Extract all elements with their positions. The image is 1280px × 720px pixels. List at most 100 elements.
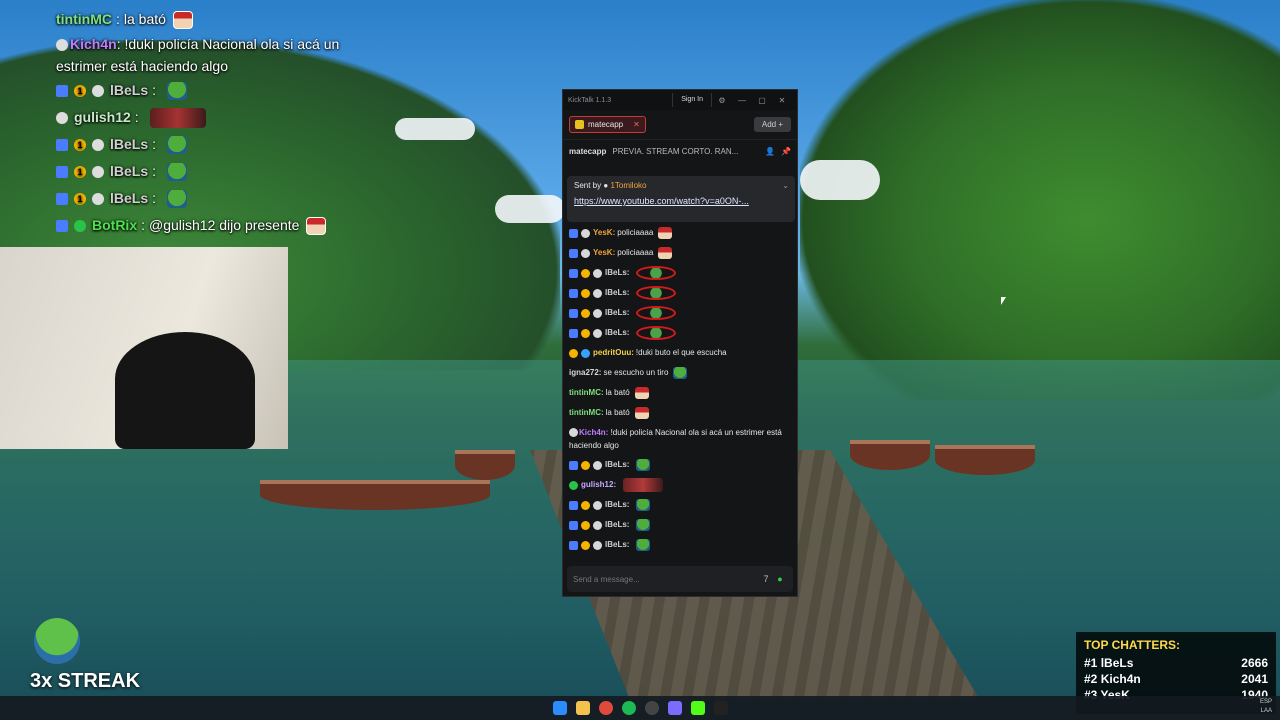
bowl-badge-icon [92,192,104,205]
minimize-icon[interactable]: — [732,96,752,105]
overlay-chat-text: @gulish12 dijo presente [149,217,300,233]
overlay-chat-line: Kich4n: !duki policía Nacional ola si ac… [56,36,340,74]
sword-badge-icon [569,540,578,550]
chat-username[interactable]: tintinMC: [569,388,604,398]
background-cloud [395,118,475,140]
sword-badge-icon [569,288,578,298]
santa-emote-icon [172,10,193,29]
stream-overlay-chat: tintinMC: la bató Kich4n: !duki policía N… [56,6,366,239]
bowl-badge-icon [92,165,104,178]
bowl-badge-icon [581,228,590,238]
chat-message[interactable]: lBeLs: [569,455,793,475]
sword-badge-icon [569,228,578,238]
epic-icon[interactable] [713,701,728,715]
overlay-chat-username: lBeLs [110,190,149,206]
tray-region[interactable]: LAA [1260,707,1272,716]
chevron-down-icon[interactable]: ⌄ [782,181,789,190]
chat-username[interactable]: lBeLs: [605,500,629,510]
gif-emote-icon [149,107,206,128]
chat-messages[interactable]: YesK: policiaaaa YesK: policiaaaa lBeLs: l… [563,223,799,558]
chat-username[interactable]: gulish12: [581,480,616,490]
sword-badge-icon [56,219,68,232]
chat-username[interactable]: lBeLs: [605,288,629,298]
one-badge-icon [581,268,590,278]
chat-username[interactable]: lBeLs: [605,460,629,470]
add-channel-button[interactable]: Add + [753,117,791,132]
chat-username[interactable]: lBeLs: [605,540,629,550]
chat-message[interactable]: tintinMC: la bató [569,383,793,403]
chat-username[interactable]: tintinMC: [569,408,604,418]
chatter-name: lBeLs [1100,656,1134,670]
folder-icon[interactable] [575,701,590,715]
ring-emote-icon [636,266,677,280]
obs-icon[interactable] [644,701,659,715]
chat-username[interactable]: igna272: [569,368,601,378]
chat-message[interactable]: lBeLs: [569,303,793,323]
spotify-icon[interactable] [621,701,636,715]
green-badge-icon [74,219,86,232]
chat-message[interactable]: YesK: policiaaaa [569,243,793,263]
send-icon[interactable]: ● [773,574,787,584]
chat-message[interactable]: lBeLs: [569,515,793,535]
emote-picker-icon[interactable]: 7 [759,574,773,584]
overlay-chat-username: tintinMC [56,11,112,27]
kicktalk-window: KickTalk 1.1.3 Sign In ⚙ — ▢ ✕ matecapp … [562,89,798,597]
one-badge-icon [581,288,590,298]
sign-in-button[interactable]: Sign In [672,93,712,107]
close-icon[interactable]: ✕ [772,96,792,105]
chat-message[interactable]: Kich4n: !duki policía Nacional ola si ac… [569,423,793,455]
discord-icon[interactable] [667,701,682,715]
maximize-icon[interactable]: ▢ [752,96,772,105]
sword-badge-icon [569,308,578,318]
chat-message[interactable]: lBeLs: [569,495,793,515]
message-input[interactable] [573,574,759,584]
chat-message[interactable]: lBeLs: [569,263,793,283]
settings-gear-icon[interactable]: ⚙ [712,96,732,105]
bowl-badge-icon [593,288,602,298]
tab-matecapp[interactable]: matecapp ✕ [569,116,646,133]
top-chatter-row: #1 lBeLs 2666 [1084,655,1268,671]
background-boat [850,440,930,470]
chat-message[interactable]: YesK: policiaaaa [569,223,793,243]
chat-username[interactable]: lBeLs: [605,268,629,278]
chat-message[interactable]: gulish12: [569,475,793,495]
user-icon[interactable]: 👤 [765,147,775,156]
chat-username[interactable]: YesK: [593,248,615,258]
chat-message[interactable]: lBeLs: [569,323,793,343]
chat-username[interactable]: lBeLs: [605,308,629,318]
frog-emote-icon [167,162,188,181]
title-bar[interactable]: KickTalk 1.1.3 Sign In ⚙ — ▢ ✕ [563,90,797,110]
chat-username[interactable]: lBeLs: [605,520,629,530]
bowl-badge-icon [593,540,602,550]
tray-language[interactable]: ESP [1260,698,1272,707]
chat-username[interactable]: lBeLs: [605,328,629,338]
chat-message[interactable]: lBeLs: [569,535,793,555]
one-badge-icon: 1 [74,192,86,205]
pinned-message: Sent by ● 1Tomiloko ⌄ https://www.youtub… [567,176,795,222]
chat-username[interactable]: YesK: [593,228,615,238]
close-tab-icon[interactable]: ✕ [633,120,640,129]
chat-message[interactable]: BotRix: @gulish12 dijo presente [569,555,793,558]
frog-emote-icon [636,539,651,551]
chat-message[interactable]: lBeLs: [569,283,793,303]
gif-emote-icon [623,478,664,492]
sword-badge-icon [569,328,578,338]
pinned-link[interactable]: https://www.youtube.com/watch?v=a0ON-... [574,196,788,206]
kick-icon[interactable] [690,701,705,715]
overlay-chat-username: lBeLs [110,163,149,179]
chat-username[interactable]: pedritOuu: [593,348,634,358]
chat-message[interactable]: tintinMC: la bató [569,403,793,423]
chat-message[interactable]: igna272: se escucho un tiro [569,363,793,383]
frog-emote-icon [636,499,651,511]
pin-icon[interactable]: 📌 [781,147,791,156]
chat-username[interactable]: Kich4n: [579,428,608,437]
app-title: KickTalk 1.1.3 [568,96,612,104]
chat-message[interactable]: pedritOuu: !duki buto el que escucha [569,343,793,363]
frog-emote-icon [636,519,651,531]
chrome-icon[interactable] [598,701,613,715]
overlay-chat-username: gulish12 [74,109,131,125]
ring-emote-icon [636,306,677,320]
windows-icon[interactable] [552,701,567,715]
overlay-chat-username: BotRix [92,217,138,233]
chatter-name: Kich4n [1100,672,1141,686]
